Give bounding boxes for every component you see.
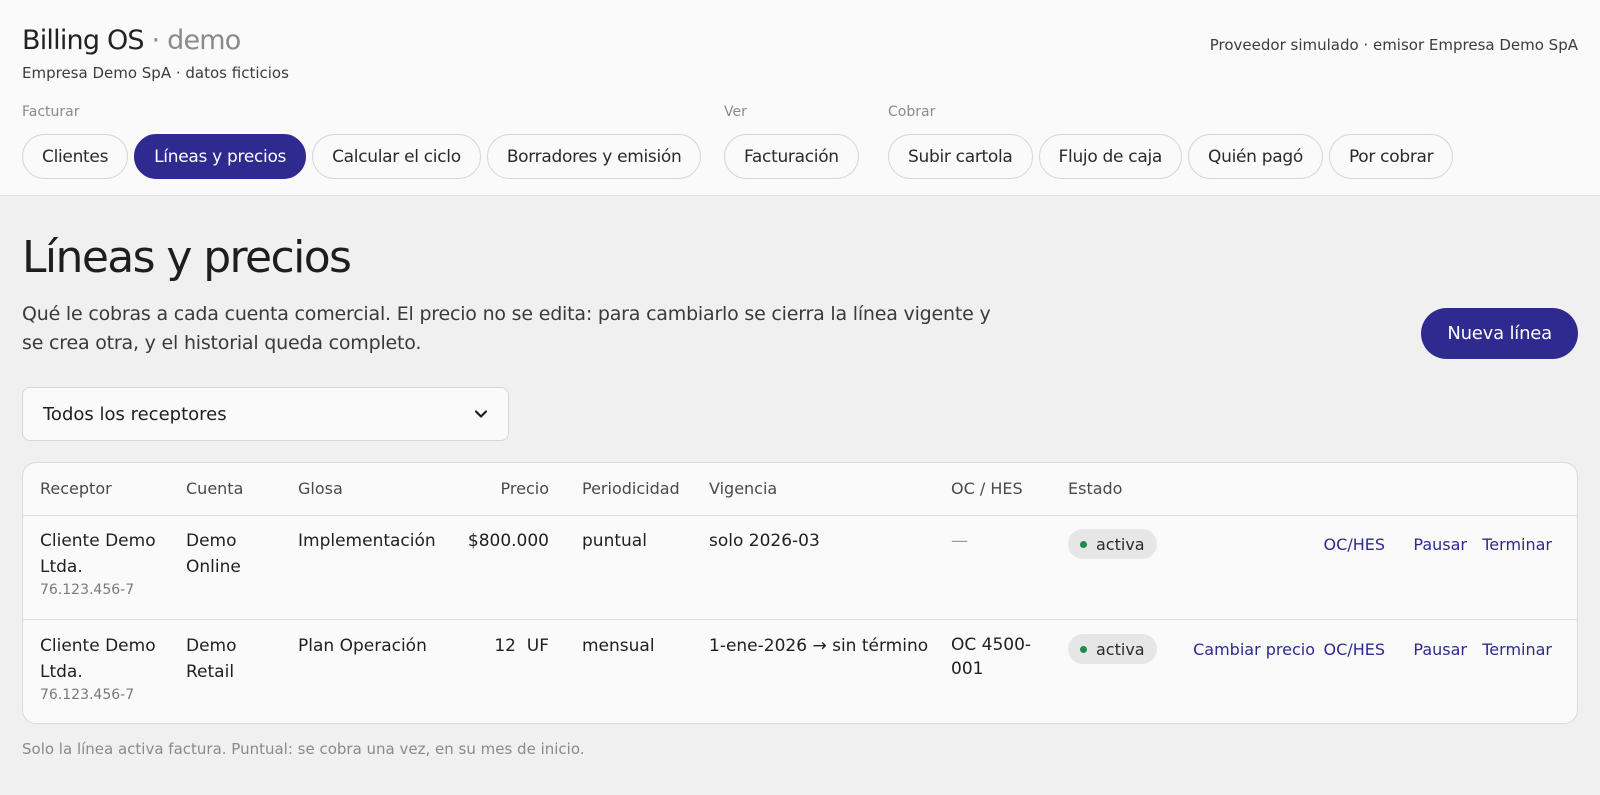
- receptor-rut: 76.123.456-7: [40, 687, 135, 703]
- tab-por-cobrar[interactable]: Por cobrar: [1328, 134, 1454, 179]
- terminate-link[interactable]: Terminar: [1482, 535, 1552, 554]
- status-badge: activa: [1068, 634, 1157, 664]
- status-label: activa: [1096, 534, 1145, 554]
- pause-link[interactable]: Pausar: [1413, 535, 1467, 554]
- precio-cell: 12 UF: [494, 636, 549, 656]
- provider-info: Proveedor simulado · emisor Empresa Demo…: [1209, 36, 1578, 54]
- oc-hes-link[interactable]: OC/HES: [1324, 535, 1385, 554]
- tab-lineas-y-precios[interactable]: Líneas y precios: [134, 134, 307, 179]
- brand-separator: ·: [151, 25, 161, 56]
- tab-borradores-y-emision[interactable]: Borradores y emisión: [486, 134, 702, 179]
- col-periodicidad: Periodicidad: [582, 479, 680, 498]
- oc-hes-cell: —: [951, 531, 968, 551]
- nav-group-facturar-label: Facturar: [22, 104, 80, 120]
- col-vigencia: Vigencia: [709, 479, 778, 498]
- col-estado: Estado: [1068, 479, 1123, 498]
- status-label: activa: [1096, 639, 1145, 659]
- page-title: Líneas y precios: [22, 232, 352, 283]
- lines-table: Receptor Cuenta Glosa Precio Periodicida…: [22, 462, 1578, 724]
- col-cuenta: Cuenta: [186, 479, 244, 498]
- environment-label: demo: [167, 25, 241, 56]
- new-line-button[interactable]: Nueva línea: [1421, 308, 1578, 359]
- table-row: Cliente Demo Ltda. 76.123.456-7 Demo Onl…: [23, 516, 1577, 620]
- receptor-rut: 76.123.456-7: [40, 582, 135, 598]
- receptor-filter-select[interactable]: Todos los receptores: [22, 387, 509, 441]
- col-glosa: Glosa: [298, 479, 343, 498]
- status-badge: activa: [1068, 529, 1157, 559]
- chevron-down-icon: [474, 410, 488, 418]
- receptor-name: Cliente Demo Ltda.: [40, 636, 156, 682]
- dot-icon: [1080, 645, 1087, 653]
- glosa-cell: Plan Operación: [298, 636, 427, 656]
- glosa-cell: Implementación: [298, 531, 436, 551]
- nav-group-facturar: Clientes Líneas y precios Calcular el ci…: [22, 134, 702, 179]
- receptor-cell: Cliente Demo Ltda. 76.123.456-7: [40, 633, 170, 705]
- receptor-cell: Cliente Demo Ltda. 76.123.456-7: [40, 528, 170, 600]
- company-subtitle: Empresa Demo SpA · datos ficticios: [22, 64, 289, 82]
- table-row: Cliente Demo Ltda. 76.123.456-7 Demo Ret…: [23, 621, 1577, 723]
- col-receptor: Receptor: [40, 479, 112, 498]
- tab-subir-cartola[interactable]: Subir cartola: [888, 134, 1033, 179]
- precio-cell: $800.000: [467, 531, 549, 551]
- dot-icon: [1080, 540, 1087, 548]
- col-oc-hes: OC / HES: [951, 479, 1023, 498]
- nav-group-cobrar-label: Cobrar: [888, 104, 936, 120]
- oc-hes-link[interactable]: OC/HES: [1324, 640, 1385, 659]
- cuenta-cell: Demo Retail: [186, 636, 237, 682]
- table-footnote: Solo la línea activa factura. Puntual: s…: [22, 740, 585, 758]
- pause-link[interactable]: Pausar: [1413, 640, 1467, 659]
- periodicidad-cell: mensual: [582, 636, 655, 656]
- vigencia-cell: solo 2026-03: [709, 531, 820, 551]
- col-precio: Precio: [500, 479, 549, 498]
- nav-group-cobrar: Subir cartola Flujo de caja Quién pagó P…: [888, 134, 1454, 179]
- tab-calcular-el-ciclo[interactable]: Calcular el ciclo: [312, 134, 481, 179]
- periodicidad-cell: puntual: [582, 531, 647, 551]
- nav-group-ver-label: Ver: [724, 104, 747, 120]
- brand-name: Billing OS: [22, 25, 145, 56]
- top-bar: Billing OS · demo Empresa Demo SpA · dat…: [0, 0, 1600, 196]
- nav-group-ver: Facturación: [724, 134, 859, 179]
- tab-flujo-de-caja[interactable]: Flujo de caja: [1038, 134, 1183, 179]
- vigencia-cell: 1-ene-2026 → sin término: [709, 636, 929, 656]
- receptor-filter-value: Todos los receptores: [43, 403, 227, 425]
- cuenta-cell: Demo Online: [186, 531, 241, 577]
- app-brand: Billing OS · demo: [22, 25, 241, 56]
- tab-quien-pago[interactable]: Quién pagó: [1188, 134, 1323, 179]
- tab-facturacion[interactable]: Facturación: [724, 134, 859, 179]
- table-header: Receptor Cuenta Glosa Precio Periodicida…: [23, 463, 1577, 516]
- tab-clientes[interactable]: Clientes: [22, 134, 129, 179]
- oc-hes-cell: OC 4500-001: [951, 635, 1032, 679]
- change-price-link[interactable]: Cambiar precio: [1193, 640, 1315, 659]
- page-description: Qué le cobras a cada cuenta comercial. E…: [22, 303, 991, 354]
- receptor-name: Cliente Demo Ltda.: [40, 531, 156, 577]
- terminate-link[interactable]: Terminar: [1482, 640, 1552, 659]
